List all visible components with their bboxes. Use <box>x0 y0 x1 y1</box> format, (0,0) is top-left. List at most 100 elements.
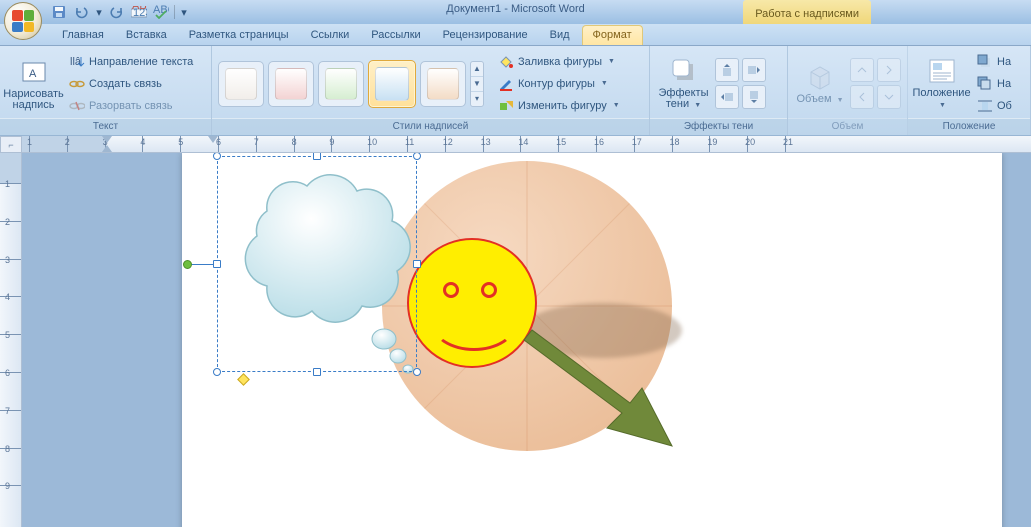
redo-icon[interactable] <box>108 3 126 21</box>
paint-bucket-icon <box>498 54 514 70</box>
text-wrap-icon <box>977 98 993 114</box>
style-swatch-1[interactable] <box>218 61 264 107</box>
change-shape-icon <box>498 98 514 114</box>
shadow-nudge-left[interactable] <box>715 85 739 109</box>
shadow-effects-button[interactable]: Эффекты тени ▼ <box>656 51 711 117</box>
svg-text:llâ: llâ <box>70 56 82 68</box>
draw-textbox-button[interactable]: A Нарисовать надпись <box>6 51 61 117</box>
shadow-nudge-right[interactable] <box>742 58 766 82</box>
send-backward-icon <box>977 76 993 92</box>
shadow-nudge-up[interactable] <box>715 58 739 82</box>
tilt-up <box>850 58 874 82</box>
style-swatch-3[interactable] <box>318 61 364 107</box>
vruler-top-margin <box>0 153 21 183</box>
tab-page-layout[interactable]: Разметка страницы <box>179 26 299 45</box>
rotate-handle[interactable] <box>183 260 192 269</box>
horizontal-ruler[interactable]: 123456789101112131415161718192021 <box>22 136 1031 153</box>
group-3d-effects: Объем ▼ Объем <box>788 46 908 135</box>
document-area[interactable] <box>22 153 1031 527</box>
ribbon-tabs: Главная Вставка Разметка страницы Ссылки… <box>0 24 1031 46</box>
contextual-tab-title: Работа с надписями <box>743 0 871 24</box>
link-icon <box>69 76 85 92</box>
shadow-nudge-down[interactable] <box>742 85 766 109</box>
tab-format[interactable]: Формат <box>582 25 643 45</box>
bring-forward-button[interactable]: На <box>973 52 1016 72</box>
qat-customize-icon[interactable]: ▾ <box>179 3 189 21</box>
3d-effects-button: Объем ▼ <box>794 51 846 117</box>
workspace: ⌐ 123456789101112131415161718192021 1234… <box>0 136 1031 527</box>
save-icon[interactable] <box>50 3 68 21</box>
tab-review[interactable]: Рецензирование <box>433 26 538 45</box>
resize-handle-l[interactable] <box>213 260 221 268</box>
style-swatch-4[interactable] <box>368 60 416 108</box>
gallery-down-icon[interactable]: ▼ <box>471 77 483 92</box>
smiley-mouth <box>431 295 517 351</box>
svg-text:A: A <box>29 68 37 80</box>
tab-mailings[interactable]: Рассылки <box>361 26 430 45</box>
shadow-icon <box>669 56 699 86</box>
style-gallery[interactable]: ▲▼▾ <box>218 60 484 108</box>
resize-handle-bl[interactable] <box>213 368 221 376</box>
office-button[interactable] <box>4 2 42 40</box>
chevron-down-icon: ▼ <box>939 102 946 109</box>
text-direction-icon: llâ <box>69 54 85 70</box>
resize-handle-t[interactable] <box>313 153 321 160</box>
create-link-button[interactable]: Создать связь <box>65 74 197 94</box>
group-text: A Нарисовать надпись llâ Направление тек… <box>0 46 212 135</box>
spellcheck-icon[interactable]: ABC <box>152 3 170 21</box>
textbox-icon: A <box>19 57 49 87</box>
shadow-nudge-grid <box>715 58 766 109</box>
shape-thought-cloud[interactable] <box>217 156 417 372</box>
style-swatch-5[interactable] <box>420 61 466 107</box>
send-backward-button[interactable]: На <box>973 74 1016 94</box>
position-button[interactable]: Положение ▼ <box>914 51 969 117</box>
shape-arrow[interactable] <box>512 328 692 468</box>
first-line-indent-marker[interactable] <box>102 136 112 143</box>
group-arrange: Положение ▼ На На Об Положение <box>908 46 1031 135</box>
group-shadow-label: Эффекты тени <box>650 118 787 135</box>
break-link-icon <box>69 98 85 114</box>
gallery-more-icon[interactable]: ▾ <box>471 92 483 106</box>
app-name: Microsoft Word <box>511 3 585 15</box>
chevron-down-icon: ▼ <box>613 102 620 109</box>
change-shape-button[interactable]: Изменить фигуру▼ <box>494 96 624 116</box>
resize-handle-br[interactable] <box>413 368 421 376</box>
tab-view[interactable]: Вид <box>540 26 580 45</box>
group-3d-label: Объем <box>788 118 907 135</box>
selection-box[interactable] <box>217 156 417 372</box>
text-direction-button[interactable]: llâ Направление текста <box>65 52 197 72</box>
page[interactable] <box>182 153 1002 527</box>
break-link-button: Разорвать связь <box>65 96 197 116</box>
title-bar: ▾ 123ABC ABC ▾ Документ1 - Microsoft Wor… <box>0 0 1031 24</box>
smiley-eye-left <box>443 282 459 298</box>
vertical-ruler[interactable]: 123456789 <box>0 153 22 527</box>
svg-text:ABC: ABC <box>132 6 147 12</box>
resize-handle-r[interactable] <box>413 260 421 268</box>
rotate-connector <box>191 264 213 265</box>
pen-icon <box>498 76 514 92</box>
text-wrap-button[interactable]: Об <box>973 96 1016 116</box>
undo-icon[interactable] <box>72 3 90 21</box>
tab-references[interactable]: Ссылки <box>301 26 360 45</box>
hanging-indent-marker[interactable] <box>102 145 112 152</box>
position-icon <box>927 56 957 86</box>
shape-outline-button[interactable]: Контур фигуры▼ <box>494 74 624 94</box>
gallery-up-icon[interactable]: ▲ <box>471 62 483 77</box>
group-arrange-label: Положение <box>908 118 1030 135</box>
resize-handle-b[interactable] <box>313 368 321 376</box>
right-indent-marker[interactable] <box>208 136 218 143</box>
tab-home[interactable]: Главная <box>52 26 114 45</box>
field-code-icon[interactable]: 123ABC <box>130 3 148 21</box>
undo-dropdown-icon[interactable]: ▾ <box>94 3 104 21</box>
style-swatch-2[interactable] <box>268 61 314 107</box>
group-textbox-styles: ▲▼▾ Заливка фигуры▼ Контур фигуры▼ Измен… <box>212 46 650 135</box>
chevron-down-icon: ▼ <box>694 102 701 109</box>
shape-fill-button[interactable]: Заливка фигуры▼ <box>494 52 624 72</box>
bring-forward-icon <box>977 54 993 70</box>
cube-icon <box>805 62 835 92</box>
tilt-right <box>877 58 901 82</box>
gallery-scroll[interactable]: ▲▼▾ <box>470 61 484 107</box>
group-text-label: Текст <box>0 118 211 135</box>
ruler-corner[interactable]: ⌐ <box>0 136 22 153</box>
tab-insert[interactable]: Вставка <box>116 26 177 45</box>
